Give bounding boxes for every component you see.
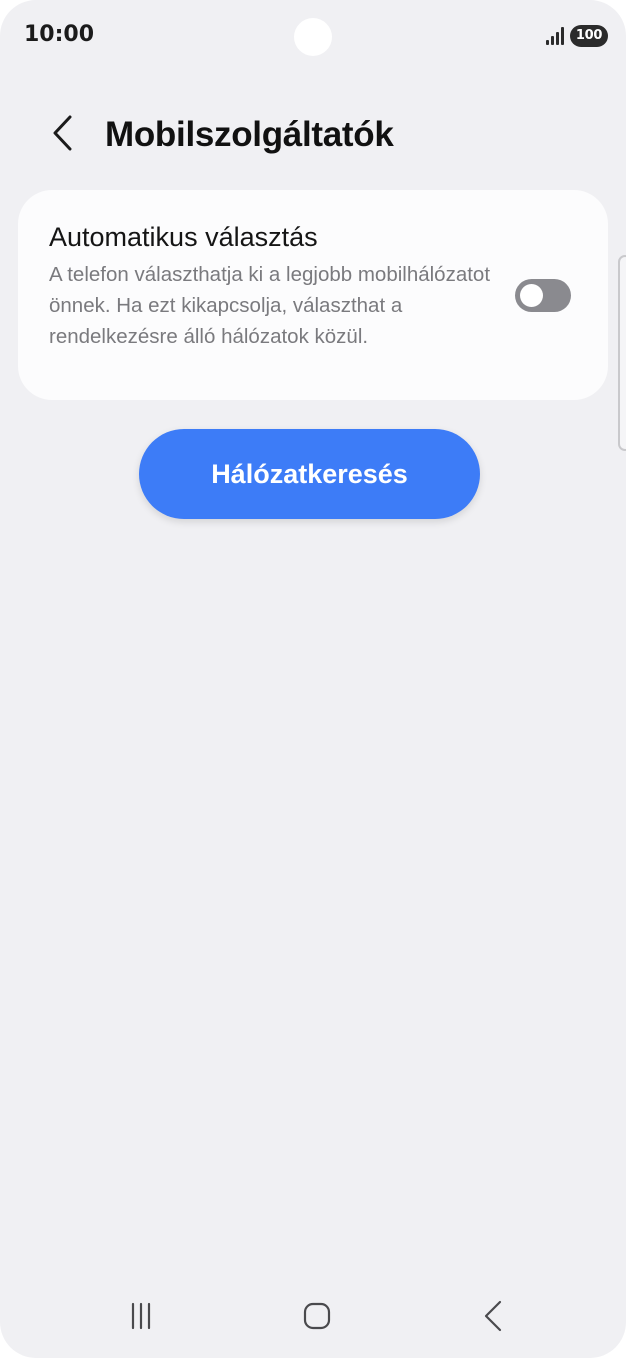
phone-screen: 10:00 100 Mobilszolgáltatók Automatikus … <box>0 0 626 1358</box>
nav-back-button[interactable] <box>472 1298 514 1338</box>
network-search-button[interactable]: Hálózatkeresés <box>139 429 480 519</box>
back-icon <box>478 1299 508 1338</box>
status-bar: 10:00 100 <box>0 0 626 72</box>
page-title: Mobilszolgáltatók <box>105 115 394 154</box>
signal-icon <box>545 26 565 46</box>
setting-title: Automatikus választás <box>49 222 318 252</box>
setting-description: A telefon választhatja ki a legjobb mobi… <box>49 263 491 348</box>
automatic-selection-card[interactable]: Automatikus választás A telefon választh… <box>18 190 608 400</box>
status-time: 10:00 <box>24 22 95 47</box>
home-button[interactable] <box>296 1298 338 1338</box>
home-icon <box>302 1301 332 1336</box>
battery-icon: 100 <box>570 25 608 47</box>
automatic-selection-toggle[interactable] <box>515 279 571 312</box>
navigation-bar <box>0 1290 626 1346</box>
toggle-knob <box>520 284 543 307</box>
recent-apps-icon <box>126 1301 156 1336</box>
chevron-left-icon <box>51 114 75 157</box>
recent-apps-button[interactable] <box>120 1298 162 1338</box>
back-button[interactable] <box>40 110 86 160</box>
scroll-handle[interactable] <box>618 255 626 451</box>
camera-cutout <box>294 18 332 56</box>
